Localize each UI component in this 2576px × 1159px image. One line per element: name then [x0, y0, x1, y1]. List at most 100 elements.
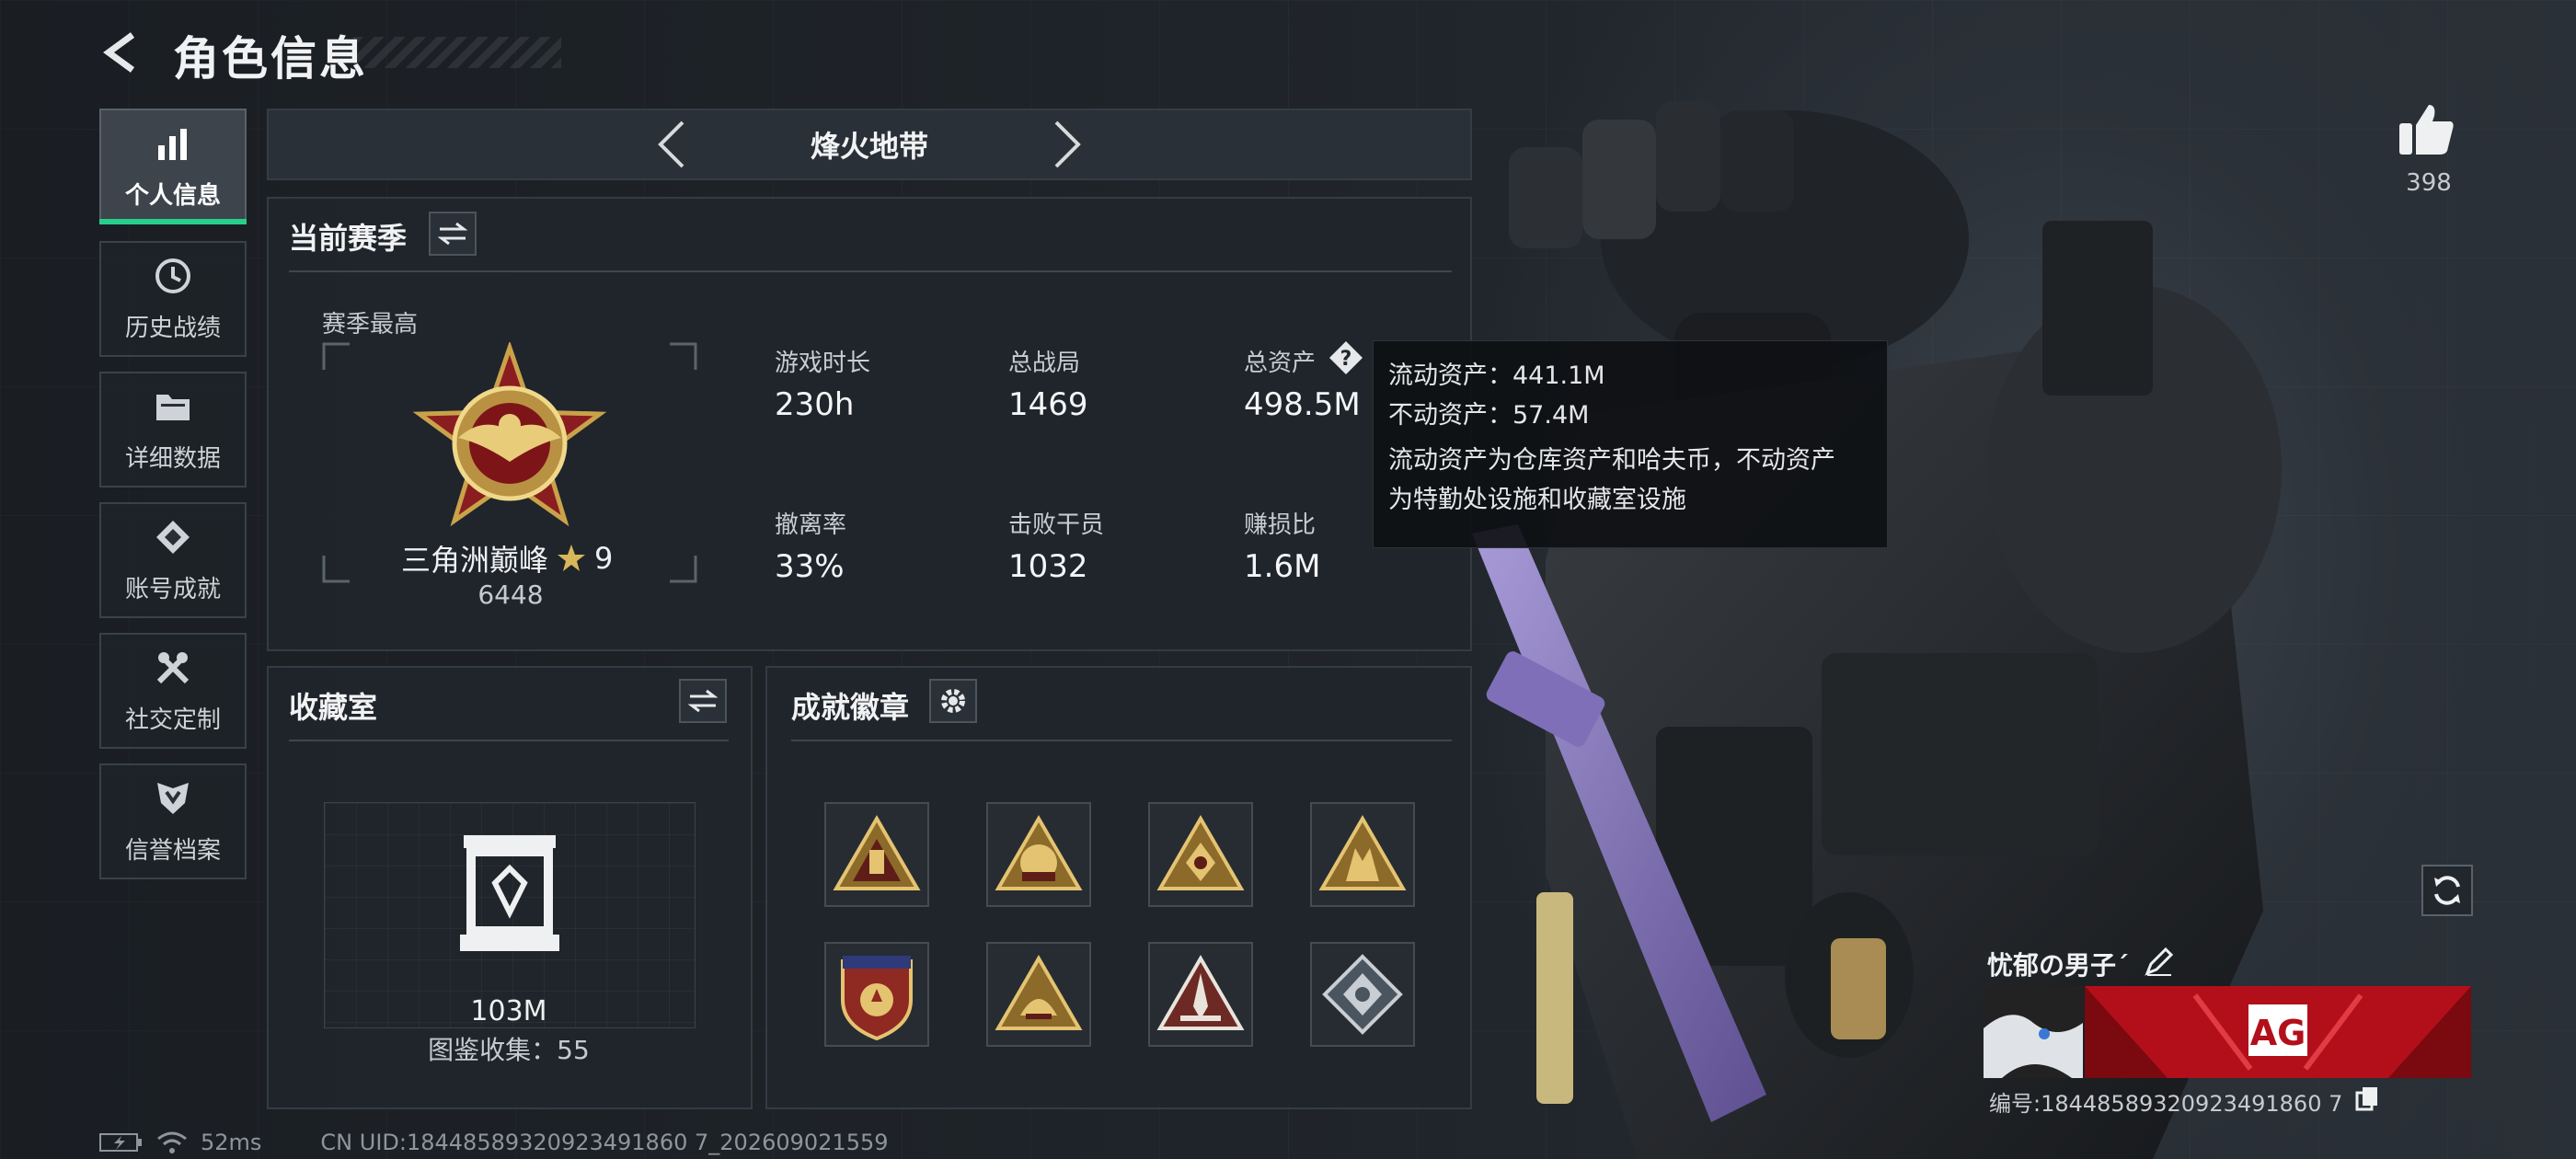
sidebar-item-label: 详细数据: [124, 444, 221, 473]
divider: [289, 270, 1452, 272]
player-id: 编号:18448589320923491860 7: [1989, 1091, 2343, 1117]
stat-value: 230h: [775, 386, 855, 423]
divider: [791, 740, 1452, 741]
sidebar-item-personal-info[interactable]: 个人信息: [99, 109, 247, 224]
achievement-badge[interactable]: [824, 942, 929, 1047]
clock-icon: [153, 256, 193, 296]
collection-count: 图鉴收集：55: [428, 1035, 590, 1065]
achievement-badge[interactable]: [986, 942, 1091, 1047]
stat-value: 33%: [775, 548, 845, 585]
ping: 52ms: [201, 1130, 262, 1155]
sidebar-item-label: 信誉档案: [124, 836, 221, 865]
chevron-left-icon: [658, 120, 684, 168]
display-case-icon: [460, 835, 559, 951]
stat-value: 498.5M: [1244, 386, 1361, 423]
badge-6-icon: [995, 955, 1083, 1030]
player-name: 忧郁の男子´: [1987, 950, 2130, 981]
badge-3-icon: [1156, 815, 1245, 890]
player-avatar[interactable]: [1984, 986, 2083, 1078]
achievement-badge[interactable]: [824, 802, 929, 907]
badge-2-icon: [995, 815, 1083, 890]
page-title: 角色信息: [173, 32, 368, 86]
refresh-button[interactable]: [2421, 865, 2473, 916]
badge-1-icon: [833, 815, 921, 890]
tooltip-description: 流动资产为仓库资产和哈夫币，不动资产: [1388, 446, 1835, 475]
achievement-badge[interactable]: [1310, 942, 1415, 1047]
stat-label: 总战局: [1008, 350, 1081, 377]
back-arrow-icon: [103, 32, 135, 73]
swap-icon: [688, 689, 718, 713]
achievement-icon: [153, 517, 193, 557]
help-button[interactable]: ?: [1328, 340, 1363, 375]
sidebar-item-credit-file[interactable]: 信誉档案: [99, 763, 247, 879]
copy-icon: [2355, 1087, 2377, 1111]
stat-label: 撤离率: [775, 511, 847, 539]
status-bar: 52ms CN UID:18448589320923491860 7_20260…: [99, 1130, 889, 1155]
refresh-icon: [2434, 876, 2460, 905]
sidebar-item-label: 个人信息: [124, 181, 221, 210]
uid-text: CN UID:18448589320923491860 7_2026090215…: [320, 1130, 889, 1155]
achievement-badge[interactable]: [1148, 942, 1253, 1047]
sidebar-item-detailed-data[interactable]: 详细数据: [99, 372, 247, 488]
season-switch-button[interactable]: [429, 212, 477, 256]
like-count: 398: [2406, 169, 2452, 197]
collection-switch-button[interactable]: [679, 679, 727, 723]
achievements-settings-button[interactable]: [929, 679, 977, 723]
copy-id-button[interactable]: [2355, 1085, 2379, 1111]
sidebar-item-label: 社交定制: [124, 706, 221, 734]
achievement-badge[interactable]: [1148, 802, 1253, 907]
wifi-icon: [157, 1131, 187, 1153]
avatar-image: [1984, 986, 2083, 1078]
mode-prev-button[interactable]: [644, 118, 699, 171]
season-title: 当前赛季: [289, 221, 408, 256]
achievement-badge[interactable]: [1310, 802, 1415, 907]
battery-charging-icon: [99, 1133, 142, 1152]
svg-text:?: ?: [1340, 348, 1352, 371]
ag-team-banner-image: AG: [2085, 986, 2471, 1078]
sidebar-item-social-custom[interactable]: 社交定制: [99, 633, 247, 749]
back-button[interactable]: [99, 28, 145, 77]
edit-name-button[interactable]: [2144, 946, 2177, 979]
sidebar-item-label: 账号成就: [124, 575, 221, 603]
badge-7-icon: [1156, 955, 1245, 1030]
tooltip-description-cont: 为特勤处设施和收藏室设施: [1388, 486, 1686, 514]
tools-icon: [153, 648, 193, 688]
chevron-right-icon: [1054, 120, 1081, 168]
stat-label: 击败干员: [1008, 511, 1105, 539]
bar-chart-icon: [153, 123, 193, 164]
badge-4-icon: [1318, 815, 1407, 890]
mode-name: 烽火地带: [810, 129, 928, 164]
folder-icon: [153, 386, 193, 427]
collection-title: 收藏室: [289, 690, 378, 725]
title-decoration: [353, 37, 561, 68]
pencil-icon: [2145, 947, 2174, 976]
stat-value: 1.6M: [1244, 548, 1321, 585]
badge-5-icon: [841, 956, 913, 1040]
total-assets-tooltip: 流动资产：441.1M 不动资产：57.4M 流动资产为仓库资产和哈夫币，不动资…: [1373, 340, 1888, 548]
shield-icon: [153, 778, 193, 819]
player-banner: AG: [2085, 986, 2471, 1078]
star-icon: [558, 545, 586, 571]
divider: [289, 740, 729, 741]
stat-label: 游戏时长: [775, 350, 871, 377]
rank-emblem-icon: [412, 342, 607, 527]
svg-text:AG: AG: [2250, 1013, 2306, 1053]
rank-name: 三角洲巅峰: [401, 543, 549, 578]
mode-next-button[interactable]: [1040, 118, 1095, 171]
rank-stars: 9: [594, 541, 614, 576]
stat-label: 赚损比: [1244, 511, 1317, 539]
swap-icon: [438, 222, 467, 246]
collection-value: 103M: [470, 995, 547, 1027]
thumbs-up-icon: [2399, 105, 2454, 155]
sidebar-item-history[interactable]: 历史战绩: [99, 241, 247, 357]
tooltip-fixed-assets: 不动资产：57.4M: [1388, 401, 1590, 430]
gear-icon: [941, 689, 965, 713]
stat-label: 总资产: [1244, 350, 1317, 377]
sidebar-item-achievements[interactable]: 账号成就: [99, 502, 247, 618]
achievement-badge[interactable]: [986, 802, 1091, 907]
like-button[interactable]: [2398, 101, 2467, 167]
stat-value: 1032: [1008, 548, 1088, 585]
sidebar-item-label: 历史战绩: [124, 314, 221, 342]
tooltip-liquid-assets: 流动资产：441.1M: [1388, 361, 1605, 390]
rank-name-row: 三角洲巅峰 9: [401, 537, 622, 580]
